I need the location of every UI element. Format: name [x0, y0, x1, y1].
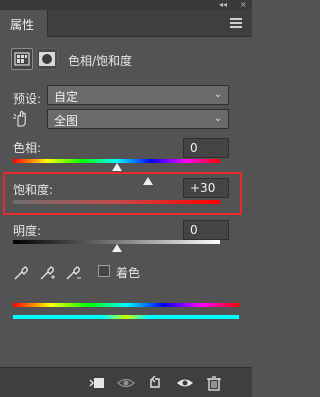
saturation-value-field[interactable]: +30: [183, 178, 229, 198]
input-spectrum-bar: [13, 303, 239, 307]
saturation-label: 饱和度:: [13, 183, 54, 197]
lightness-value-field[interactable]: 0: [183, 220, 229, 240]
visibility-toggle-icon[interactable]: [117, 375, 135, 395]
eye-icon[interactable]: [176, 375, 194, 395]
chevron-down-icon: ⌄: [213, 89, 222, 100]
saturation-slider-thumb[interactable]: [143, 177, 153, 185]
trash-icon[interactable]: [206, 375, 222, 395]
preset-label: 预设:: [13, 92, 42, 106]
collapse-panel-icon[interactable]: ◂◂: [219, 0, 227, 10]
eyedropper-subtract-icon[interactable]: [64, 264, 82, 286]
hand-target-icon[interactable]: [12, 110, 30, 132]
colorize-label: 着色: [116, 266, 141, 280]
lightness-label: 明度:: [13, 224, 42, 238]
eyedropper-add-icon[interactable]: [38, 264, 56, 286]
bottom-toolbar: [0, 367, 252, 397]
saturation-slider-track[interactable]: [13, 200, 220, 204]
tab-properties-label: 属性: [10, 18, 35, 32]
panel-topstrip: ◂◂ ×: [0, 0, 252, 10]
hue-label: 色相:: [13, 141, 42, 155]
preset-dropdown[interactable]: 自定 ⌄: [47, 85, 229, 105]
panel-tabbar: 属性: [0, 10, 252, 37]
preset-value: 自定: [54, 90, 79, 104]
adjustment-layer-icon[interactable]: [11, 48, 33, 70]
mask-clip-icon[interactable]: [88, 375, 106, 395]
eyedropper-icon[interactable]: [12, 264, 30, 286]
channel-value: 全图: [54, 114, 79, 128]
lightness-slider-thumb[interactable]: [112, 244, 122, 252]
colorize-checkbox[interactable]: [98, 265, 110, 277]
output-spectrum-bar: [13, 315, 239, 319]
layer-mask-icon[interactable]: [36, 48, 58, 70]
hue-slider-thumb[interactable]: [112, 163, 122, 171]
chevron-down-icon: ⌄: [213, 113, 222, 124]
tab-properties[interactable]: 属性: [0, 10, 48, 37]
hue-value-field[interactable]: 0: [183, 138, 229, 158]
panel-menu-icon[interactable]: [230, 18, 242, 28]
adjustment-title: 色相/饱和度: [68, 54, 133, 68]
reset-icon[interactable]: [146, 375, 164, 395]
channel-dropdown[interactable]: 全图 ⌄: [47, 109, 229, 129]
close-panel-icon[interactable]: ×: [240, 0, 247, 10]
